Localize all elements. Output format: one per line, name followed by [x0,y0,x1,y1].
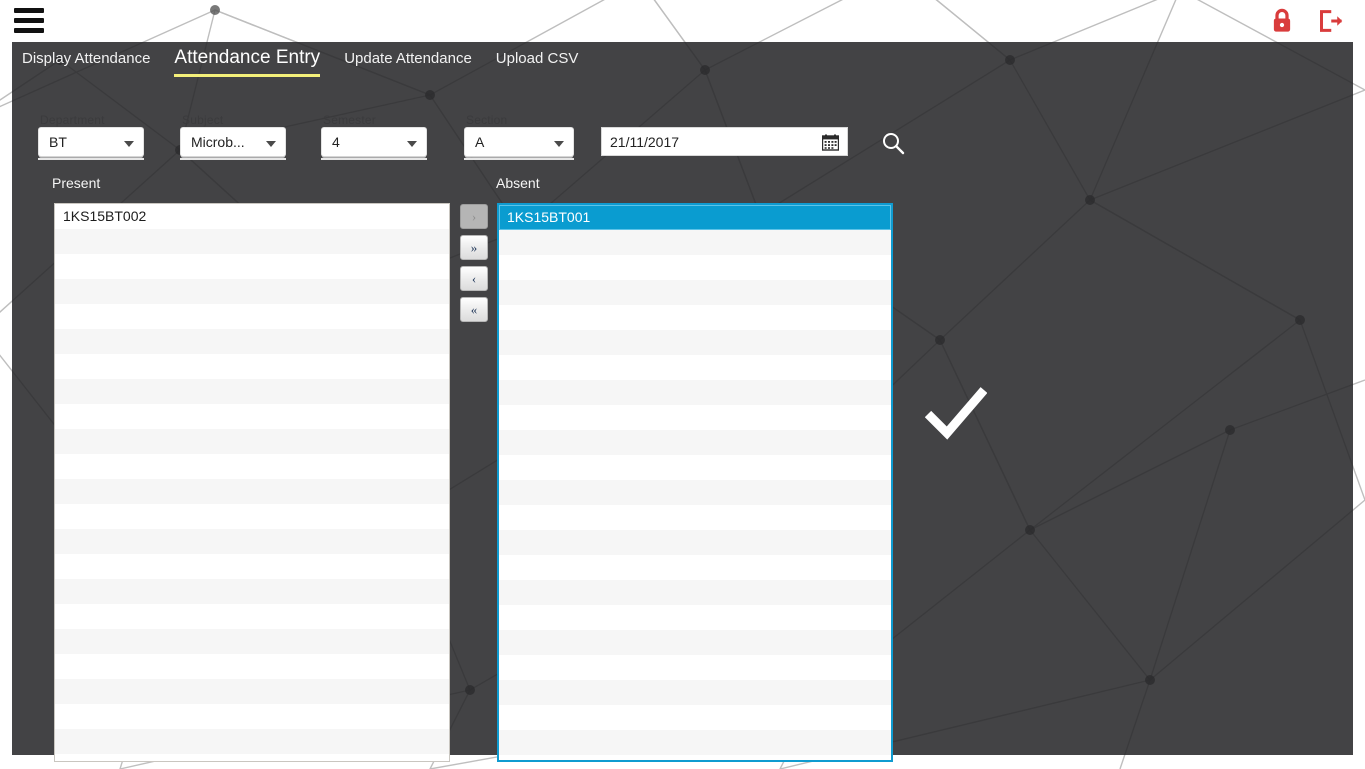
move-right-button: › [460,204,488,229]
department-value: BT [49,134,67,150]
list-item [55,479,449,504]
tab-bar: Display Attendance Attendance Entry Upda… [22,47,602,77]
list-item [499,330,891,355]
department-field: Department BT [38,113,144,160]
tab-attendance-entry[interactable]: Attendance Entry [174,47,321,77]
list-item [499,630,891,655]
subject-select[interactable]: Microb... [180,127,286,157]
list-item [499,480,891,505]
list-item [499,380,891,405]
semester-value: 4 [332,134,340,150]
list-item [55,229,449,254]
section-label: Section [466,113,508,127]
move-all-left-button[interactable]: « [460,297,488,322]
list-item [55,279,449,304]
department-select[interactable]: BT [38,127,144,157]
list-item [499,555,891,580]
list-item [499,430,891,455]
hamburger-bar [14,8,44,13]
subject-label: Subject [182,113,224,127]
semester-label: Semester [323,113,376,127]
calendar-icon[interactable] [821,134,840,151]
tab-display-attendance[interactable]: Display Attendance [22,49,150,77]
hamburger-bar [14,28,44,33]
list-item [499,455,891,480]
list-item [55,454,449,479]
list-item [55,554,449,579]
subject-value: Microb... [191,134,245,150]
field-underline [180,158,286,160]
list-item [55,404,449,429]
semester-select[interactable]: 4 [321,127,427,157]
list-item [499,655,891,680]
tab-upload-csv[interactable]: Upload CSV [496,49,579,77]
list-item[interactable]: 1KS15BT002 [55,204,449,229]
list-item [499,530,891,555]
page-root: Display Attendance Attendance Entry Upda… [0,0,1365,769]
absent-list[interactable]: 1KS15BT001 [497,203,893,762]
content-panel: Display Attendance Attendance Entry Upda… [12,42,1353,762]
transfer-button-group: › » ‹ « [460,204,488,328]
list-item [55,579,449,604]
date-input[interactable]: 21/11/2017 [601,127,848,156]
field-underline [38,158,144,160]
date-value: 21/11/2017 [610,133,680,150]
list-item [499,230,891,255]
list-item [55,329,449,354]
list-item [55,629,449,654]
field-underline [321,158,427,160]
tab-update-attendance[interactable]: Update Attendance [344,49,472,77]
list-item [499,255,891,280]
list-item [55,679,449,704]
department-label: Department [40,113,105,127]
list-item [499,680,891,705]
search-icon[interactable] [880,130,906,156]
top-bar [0,0,1365,42]
list-item [55,304,449,329]
present-list[interactable]: 1KS15BT002 [54,203,450,762]
section-field: Section A [464,113,574,160]
list-item [499,730,891,755]
list-item [55,704,449,729]
move-left-button[interactable]: ‹ [460,266,488,291]
semester-field: Semester 4 [321,113,427,160]
list-item [499,355,891,380]
list-item [55,604,449,629]
list-item [499,705,891,730]
move-all-right-button[interactable]: » [460,235,488,260]
present-list-title: Present [52,175,101,191]
list-item [55,729,449,754]
field-underline [464,158,574,160]
subject-field: Subject Microb... [180,113,286,160]
list-item [499,605,891,630]
hamburger-menu-icon[interactable] [14,8,44,34]
list-item [55,529,449,554]
hamburger-bar [14,18,44,23]
list-item [499,280,891,305]
list-item [55,504,449,529]
section-select[interactable]: A [464,127,574,157]
list-item [55,379,449,404]
list-item [499,305,891,330]
section-value: A [475,134,485,150]
list-item [55,354,449,379]
absent-list-title: Absent [496,175,540,191]
list-item [499,505,891,530]
list-item [499,405,891,430]
list-item [55,654,449,679]
list-item[interactable]: 1KS15BT001 [499,205,891,230]
list-item [499,580,891,605]
list-item [55,254,449,279]
list-item [55,429,449,454]
lock-icon[interactable] [1267,6,1297,36]
logout-icon[interactable] [1315,6,1345,36]
